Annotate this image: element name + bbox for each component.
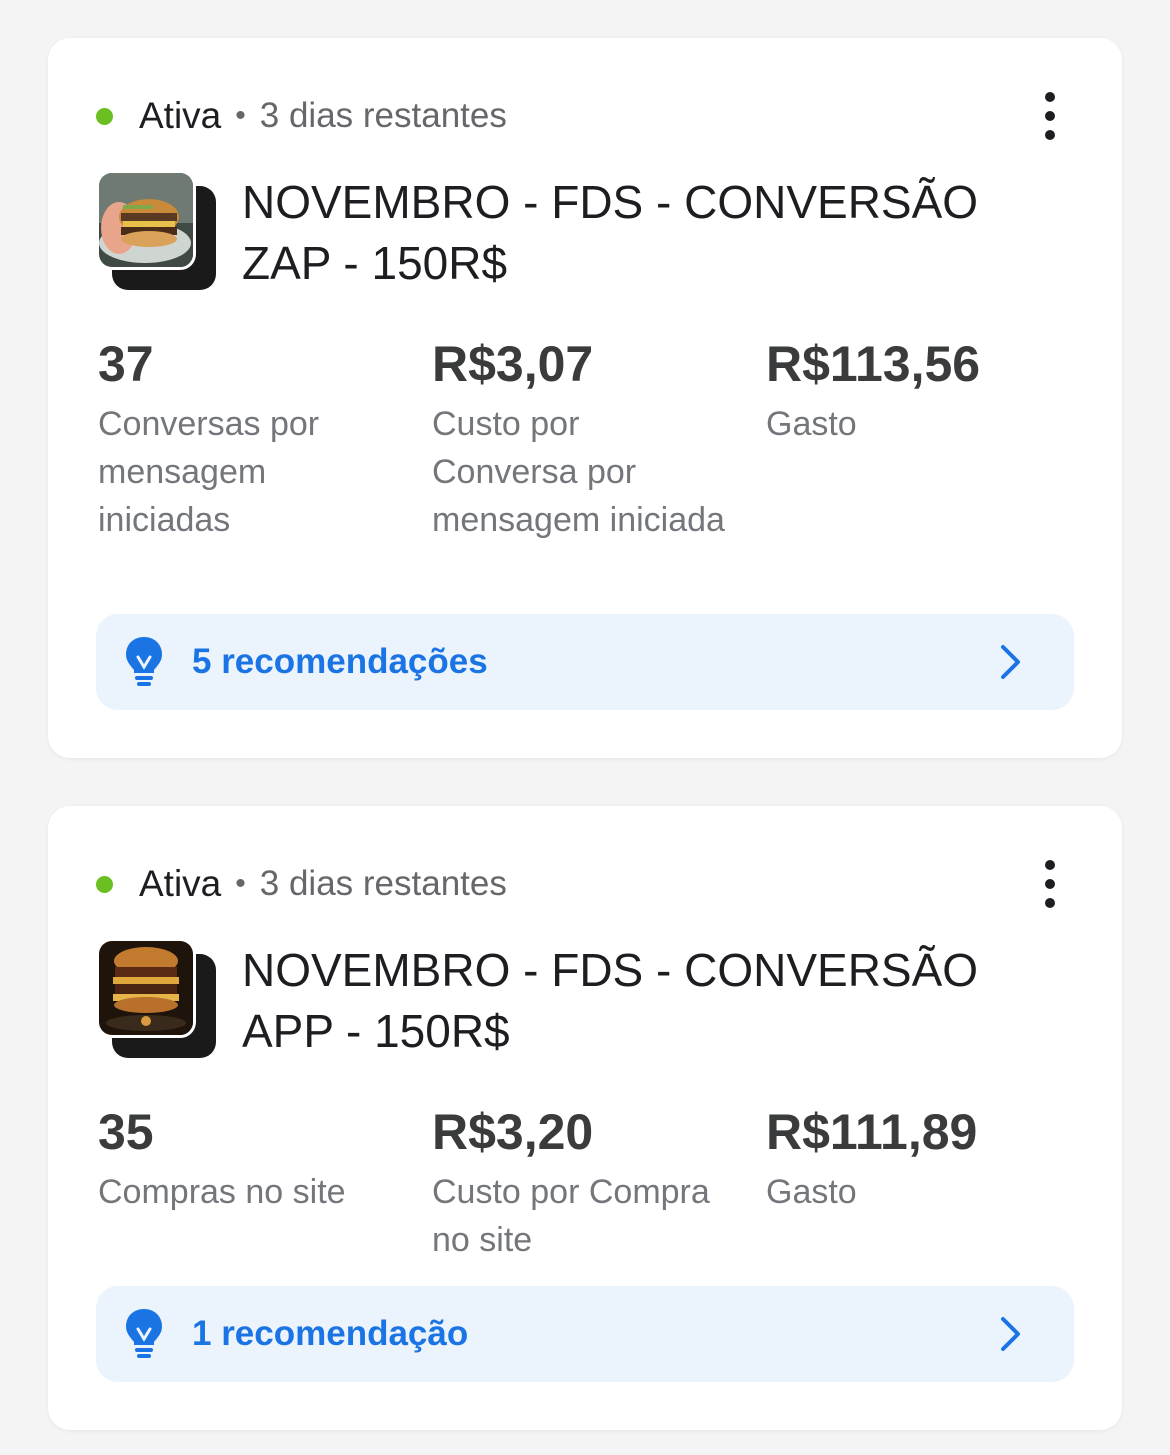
status-row: Ativa • 3 dias restantes: [96, 862, 507, 906]
chevron-right-icon: [1001, 1317, 1020, 1351]
campaign-title[interactable]: NOVEMBRO - FDS - CONVERSÃO ZAP - 150R$: [242, 172, 1042, 294]
more-options-button[interactable]: [1030, 92, 1070, 140]
status-row: Ativa • 3 dias restantes: [96, 94, 507, 138]
chevron-right-icon: [1001, 645, 1020, 679]
burger-image: [96, 938, 196, 1038]
lightbulb-icon: [126, 637, 162, 686]
remaining-days: 3 dias restantes: [259, 96, 507, 135]
separator: •: [235, 99, 246, 132]
campaign-thumbnail: [96, 938, 218, 1060]
metric-value: R$3,07: [432, 336, 594, 392]
recommendations-button[interactable]: 5 recomendações: [96, 614, 1074, 710]
metric-spent: R$113,56 Gasto: [766, 334, 1066, 448]
more-vertical-icon: [1045, 92, 1055, 102]
lightbulb-icon: [126, 1309, 162, 1358]
metric-value: R$113,56: [766, 336, 981, 392]
metric-cost-per-result: R$3,07 Custo por Conversa por mensagem i…: [432, 334, 732, 544]
metric-label: Compras no site: [98, 1173, 346, 1211]
metric-value: 35: [98, 1104, 154, 1160]
status-dot-icon: [96, 875, 113, 893]
metric-label: Conversas por mensagem iniciadas: [98, 405, 320, 539]
status-label: Ativa: [139, 863, 222, 904]
metric-value: R$3,20: [432, 1104, 594, 1160]
more-options-button[interactable]: [1030, 860, 1070, 908]
metric-label: Custo por Compra no site: [432, 1173, 710, 1259]
metric-cost-per-result: R$3,20 Custo por Compra no site: [432, 1102, 732, 1264]
campaign-card[interactable]: Ativa • 3 dias restantes NOVEMBRO - FDS: [48, 38, 1122, 758]
remaining-days: 3 dias restantes: [259, 864, 507, 903]
metric-label: Custo por Conversa por mensagem iniciada: [432, 405, 725, 539]
recommendations-label: 1 recomendação: [192, 1314, 469, 1353]
metric-spent: R$111,89 Gasto: [766, 1102, 1066, 1216]
recommendations-button[interactable]: 1 recomendação: [96, 1286, 1074, 1382]
campaign-title[interactable]: NOVEMBRO - FDS - CONVERSÃO APP - 150R$: [242, 940, 1042, 1062]
separator: •: [235, 867, 246, 900]
campaign-card[interactable]: Ativa • 3 dias restantes NOVEMBRO - FDS …: [48, 806, 1122, 1430]
metric-label: Gasto: [766, 1173, 857, 1211]
metric-label: Gasto: [766, 405, 857, 443]
metric-results: 37 Conversas por mensagem iniciadas: [98, 334, 398, 544]
status-label: Ativa: [139, 95, 222, 136]
status-dot-icon: [96, 107, 113, 125]
metric-value: 37: [98, 336, 154, 392]
burger-image: [96, 170, 196, 270]
campaign-thumbnail: [96, 170, 218, 292]
more-vertical-icon: [1045, 860, 1055, 870]
metric-value: R$111,89: [766, 1104, 978, 1160]
metric-results: 35 Compras no site: [98, 1102, 398, 1216]
recommendations-label: 5 recomendações: [192, 642, 488, 681]
